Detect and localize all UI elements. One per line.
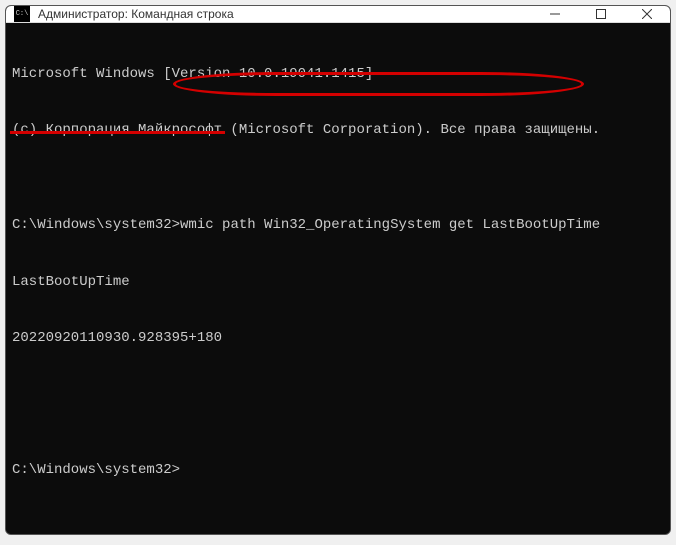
maximize-icon [596,9,606,19]
active-prompt-line: C:\Windows\system32> [12,461,664,480]
prompt-2: C:\Windows\system32> [12,462,180,478]
output-value: 20220920110930.928395+180 [12,329,664,348]
titlebar[interactable]: C:\ Администратор: Командная строка [6,6,670,23]
minimize-icon [550,9,560,19]
version-line: Microsoft Windows [Version 10.0.19041.14… [12,65,664,84]
command-text: wmic path Win32_OperatingSystem get Last… [180,217,600,233]
cmd-icon-glyph: C:\ [16,11,29,18]
cursor [180,463,188,478]
close-icon [642,9,652,19]
maximize-button[interactable] [578,6,624,22]
minimize-button[interactable] [532,6,578,22]
window-title: Администратор: Командная строка [38,7,532,21]
prompt-1: C:\Windows\system32> [12,217,180,233]
cmd-window: C:\ Администратор: Командная строка [5,5,671,535]
terminal-body[interactable]: Microsoft Windows [Version 10.0.19041.14… [6,23,670,535]
window-controls [532,6,670,22]
command-line-1: C:\Windows\system32>wmic path Win32_Oper… [12,216,664,235]
copyright-line: (c) Корпорация Майкрософт (Microsoft Cor… [12,121,664,140]
close-button[interactable] [624,6,670,22]
output-header: LastBootUpTime [12,273,664,292]
cmd-icon: C:\ [14,6,30,22]
